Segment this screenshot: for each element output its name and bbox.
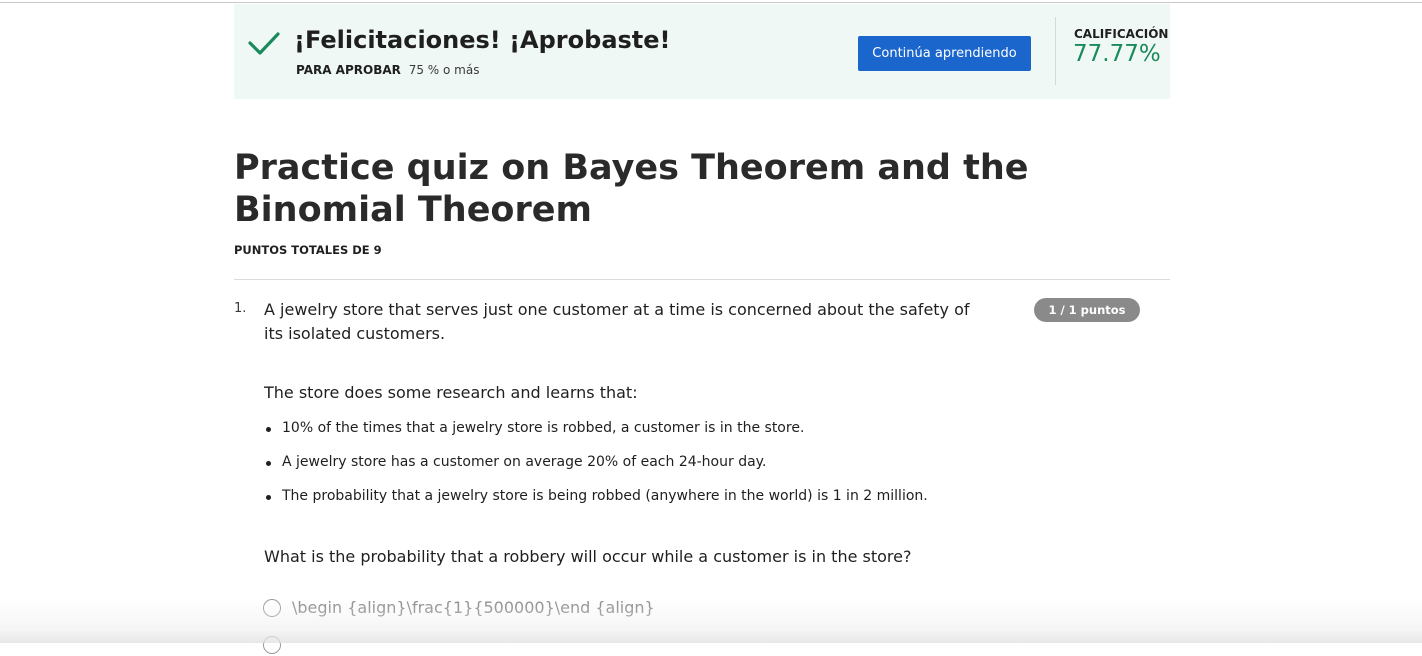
answer-option-partial[interactable] — [263, 634, 292, 656]
question-text: What is the probability that a robbery w… — [264, 547, 912, 566]
list-item: 10% of the times that a jewelry store is… — [264, 420, 928, 454]
check-icon — [248, 32, 280, 55]
radio-button[interactable] — [263, 635, 281, 654]
list-item: The probability that a jewelry store is … — [264, 488, 928, 522]
answer-option[interactable]: \begin {align}\frac{1}{500000}\end {alig… — [263, 597, 655, 619]
question-number: 1. — [234, 301, 247, 316]
question-prompt: A jewelry store that serves just one cus… — [264, 300, 970, 343]
score-badge: 1 / 1 puntos — [1034, 298, 1140, 322]
answer-option-label: \begin {align}\frac{1}{500000}\end {alig… — [292, 598, 655, 617]
research-intro: The store does some research and learns … — [264, 383, 638, 402]
pass-label: PARA APROBAR — [296, 63, 401, 77]
top-divider — [0, 2, 1422, 3]
bottom-fade — [0, 598, 1422, 643]
page-title: Practice quiz on Bayes Theorem and the B… — [234, 148, 1029, 230]
grade-value: 77.77% — [1073, 41, 1161, 67]
banner-title: ¡Felicitaciones! ¡Aprobaste! — [294, 26, 671, 54]
banner-divider — [1055, 17, 1056, 85]
continue-learning-button[interactable]: Continúa aprendiendo — [858, 36, 1031, 71]
total-points: PUNTOS TOTALES DE 9 — [234, 243, 382, 257]
section-divider — [234, 279, 1170, 280]
grade-label: CALIFICACIÓN — [1074, 27, 1169, 41]
radio-button[interactable] — [263, 598, 281, 617]
facts-list: 10% of the times that a jewelry store is… — [264, 420, 928, 522]
pass-value: 75 % o más — [408, 63, 480, 77]
list-item: A jewelry store has a customer on averag… — [264, 454, 928, 488]
pass-requirement: PARA APROBAR 75 % o más — [296, 63, 479, 77]
